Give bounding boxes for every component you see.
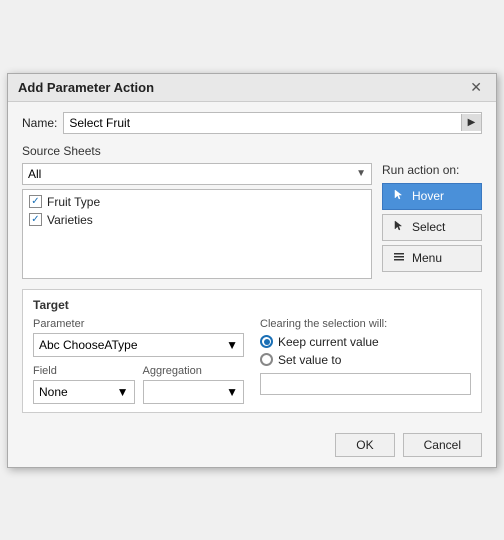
radio-set-label: Set value to xyxy=(278,353,341,367)
select-icon xyxy=(391,219,407,236)
clearing-label: Clearing the selection will: xyxy=(260,318,471,330)
hover-label: Hover xyxy=(412,189,444,203)
agg-arrow: ▼ xyxy=(226,385,238,399)
name-row: Name: ▶ xyxy=(22,112,482,134)
list-item: ✓ Fruit Type xyxy=(29,195,365,209)
select-label: Select xyxy=(412,220,445,234)
run-menu-button[interactable]: Menu xyxy=(382,245,482,272)
source-title: Source Sheets xyxy=(22,144,482,158)
sheet-checkbox-fruittype[interactable]: ✓ xyxy=(29,195,42,208)
radio-set-value[interactable]: Set value to xyxy=(260,353,471,367)
name-label: Name: xyxy=(22,116,57,130)
param-dropdown-arrow: ▼ xyxy=(226,338,238,352)
set-value-input[interactable] xyxy=(260,373,471,395)
dialog-body: Name: ▶ Source Sheets All ▼ ✓ Fru xyxy=(8,102,496,425)
sheet-checkbox-varieties[interactable]: ✓ xyxy=(29,213,42,226)
menu-icon xyxy=(391,250,407,267)
menu-label: Menu xyxy=(412,251,442,265)
agg-label: Aggregation xyxy=(143,365,245,377)
radio-keep-current[interactable]: Keep current value xyxy=(260,335,471,349)
hover-icon xyxy=(391,188,407,205)
name-input[interactable] xyxy=(64,113,461,133)
title-bar: Add Parameter Action ✕ xyxy=(8,74,496,102)
param-dropdown-value: Abc ChooseAType xyxy=(39,338,138,352)
target-content: Parameter Abc ChooseAType ▼ Field None ▼ xyxy=(33,318,471,404)
radio-set-icon xyxy=(260,353,273,366)
agg-dropdown[interactable]: ▼ xyxy=(143,380,245,404)
field-arrow: ▼ xyxy=(117,385,129,399)
field-value: None xyxy=(39,385,68,399)
field-dropdown[interactable]: None ▼ xyxy=(33,380,135,404)
param-label: Parameter xyxy=(33,318,244,330)
dialog-title: Add Parameter Action xyxy=(18,80,154,95)
source-section: Source Sheets All ▼ ✓ Fruit Type ✓ xyxy=(22,144,482,279)
run-action-label: Run action on: xyxy=(382,163,482,177)
dialog-footer: OK Cancel xyxy=(8,425,496,467)
target-right: Clearing the selection will: Keep curren… xyxy=(260,318,471,404)
agg-section: Aggregation ▼ xyxy=(143,365,245,404)
radio-keep-icon xyxy=(260,335,273,348)
source-dropdown-value: All xyxy=(28,167,41,181)
source-left: All ▼ ✓ Fruit Type ✓ Varieties xyxy=(22,163,372,279)
source-content: All ▼ ✓ Fruit Type ✓ Varieties xyxy=(22,163,482,279)
run-select-button[interactable]: Select xyxy=(382,214,482,241)
source-dropdown-arrow: ▼ xyxy=(356,168,366,179)
field-aggregation-row: Field None ▼ Aggregation ▼ xyxy=(33,365,244,404)
target-left: Parameter Abc ChooseAType ▼ Field None ▼ xyxy=(33,318,244,404)
field-section: Field None ▼ xyxy=(33,365,135,404)
target-title: Target xyxy=(33,298,471,312)
name-input-wrap: ▶ xyxy=(63,112,482,134)
param-dropdown[interactable]: Abc ChooseAType ▼ xyxy=(33,333,244,357)
target-section: Target Parameter Abc ChooseAType ▼ Field… xyxy=(22,289,482,413)
run-action-panel: Run action on: Hover xyxy=(382,163,482,279)
run-hover-button[interactable]: Hover xyxy=(382,183,482,210)
list-item: ✓ Varieties xyxy=(29,213,365,227)
sheets-list: ✓ Fruit Type ✓ Varieties xyxy=(22,189,372,279)
cancel-button[interactable]: Cancel xyxy=(403,433,482,457)
sheet-label-fruittype: Fruit Type xyxy=(47,195,100,209)
dialog: Add Parameter Action ✕ Name: ▶ Source Sh… xyxy=(7,73,497,468)
source-dropdown[interactable]: All ▼ xyxy=(22,163,372,185)
field-label: Field xyxy=(33,365,135,377)
radio-keep-label: Keep current value xyxy=(278,335,379,349)
close-button[interactable]: ✕ xyxy=(466,80,486,94)
name-arrow-button[interactable]: ▶ xyxy=(461,114,481,131)
sheet-label-varieties: Varieties xyxy=(47,213,93,227)
ok-button[interactable]: OK xyxy=(335,433,394,457)
